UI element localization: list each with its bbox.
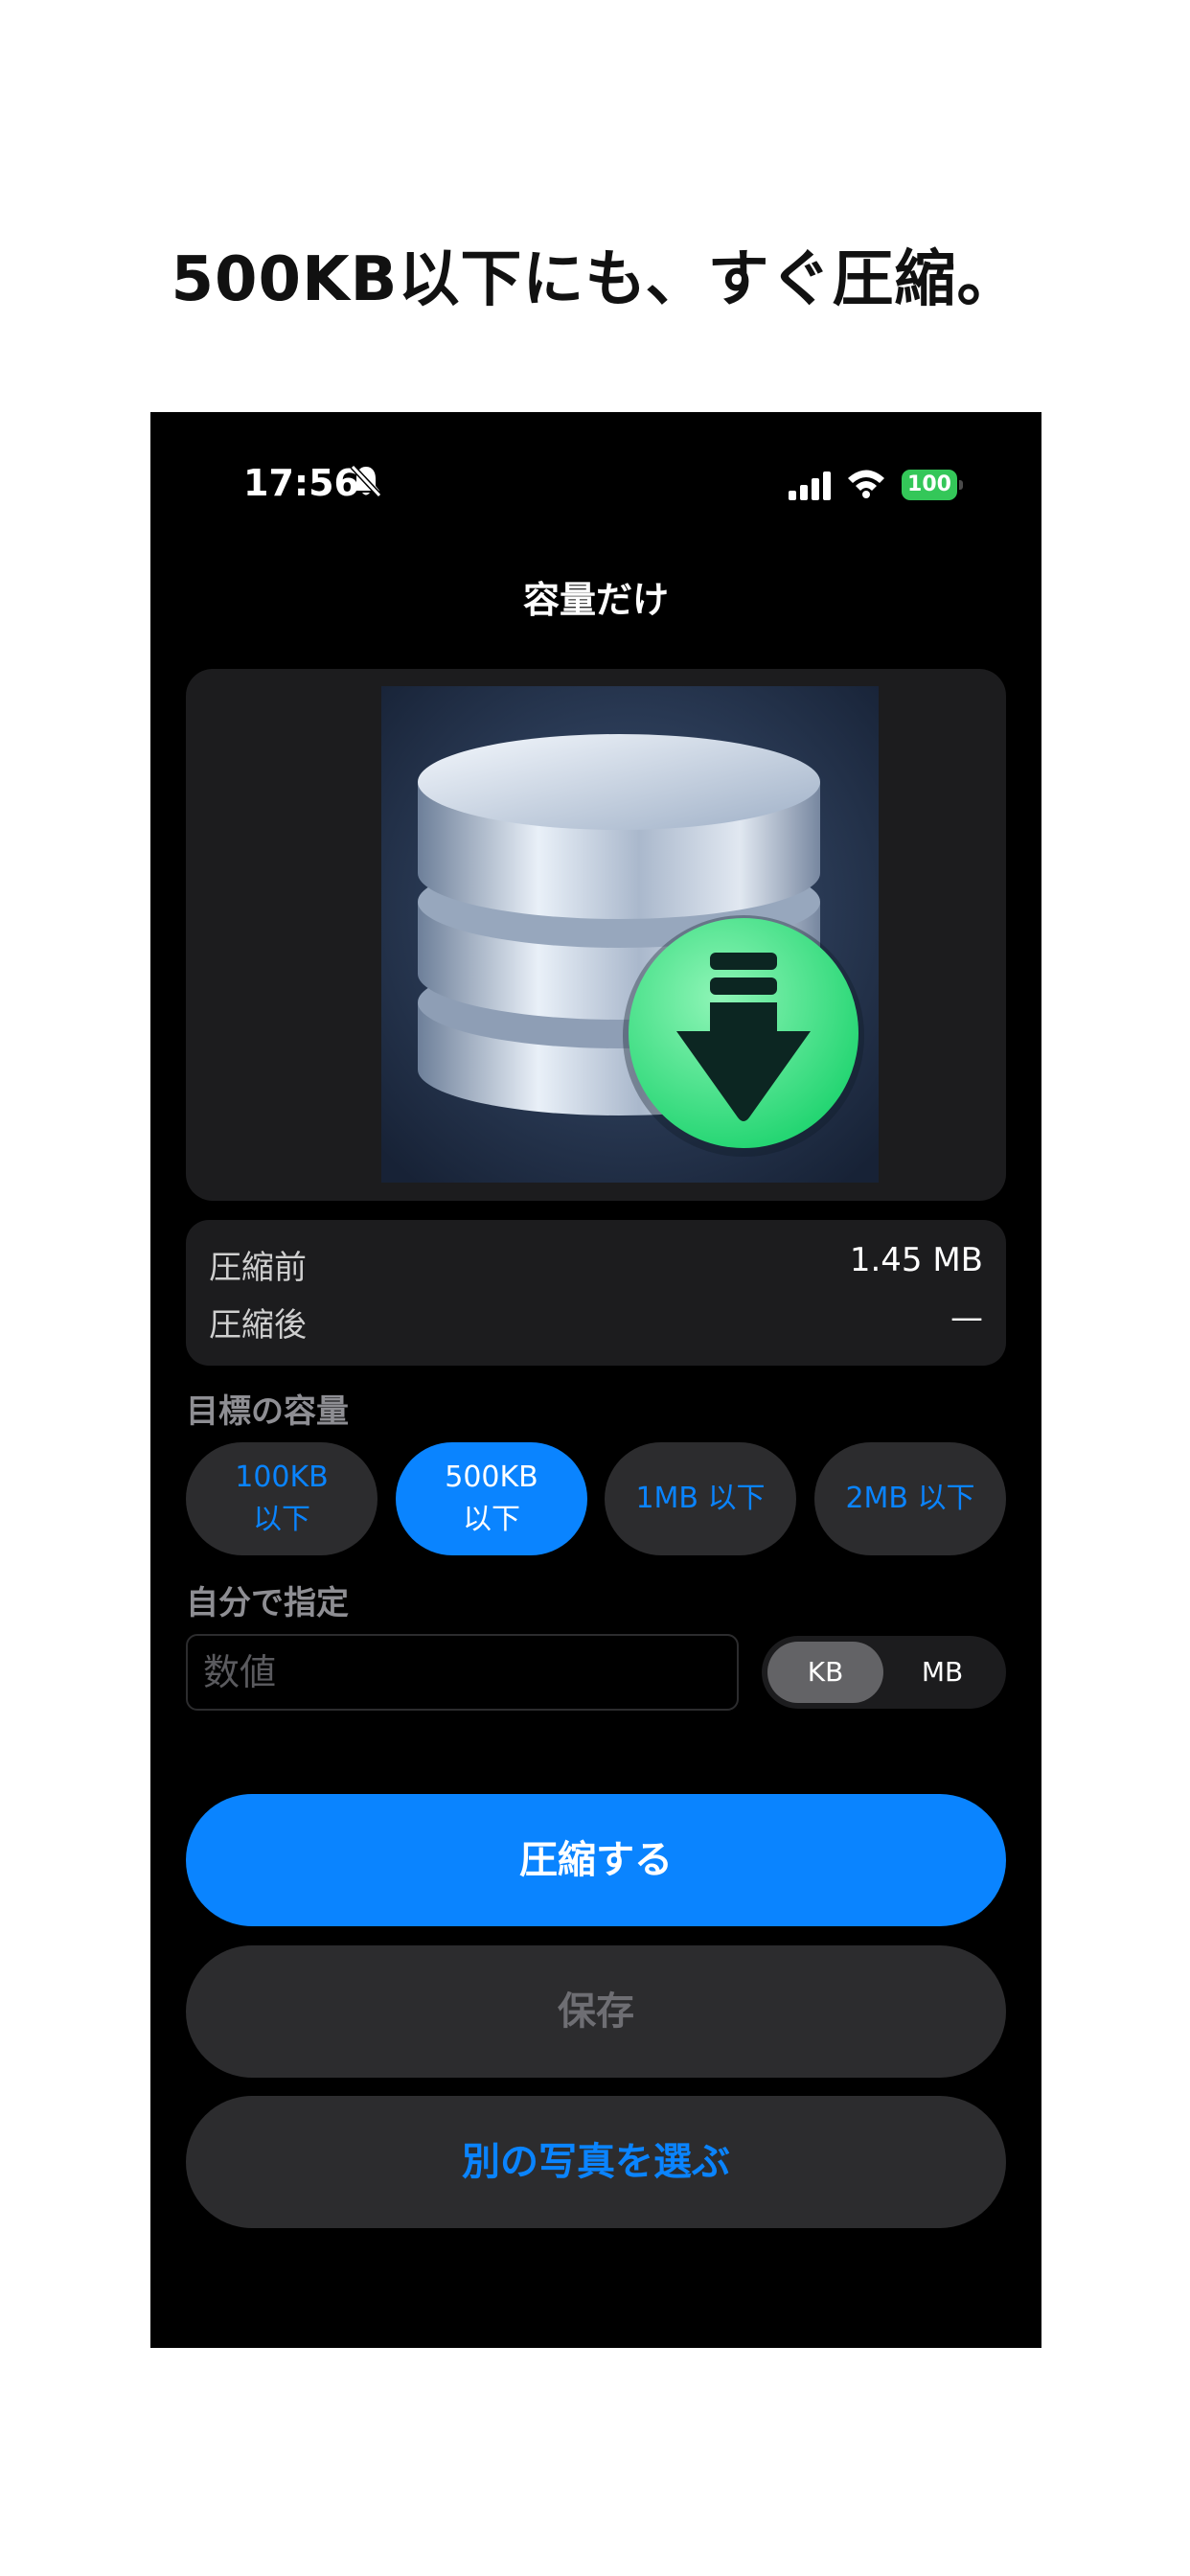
battery-tip xyxy=(959,480,963,490)
database-download-icon xyxy=(381,686,879,1183)
bell-slash-icon xyxy=(350,464,382,498)
target-option-100kb[interactable]: 100KB 以下 xyxy=(186,1442,378,1555)
unit-mb-segment[interactable]: MB xyxy=(884,1642,1000,1703)
target-size-label: 目標の容量 xyxy=(186,1392,349,1431)
chip-label: 500KB 以下 xyxy=(445,1460,538,1536)
size-after-label: 圧縮後 xyxy=(209,1306,307,1345)
image-preview-card[interactable] xyxy=(186,669,1006,1201)
size-info-card: 圧縮前 1.45 MB 圧縮後 — xyxy=(186,1220,1006,1366)
cellular-signal-icon xyxy=(789,472,831,500)
chip-label: 1MB 以下 xyxy=(635,1482,766,1515)
nav-title: 容量だけ xyxy=(522,579,669,621)
custom-size-label: 自分で指定 xyxy=(186,1584,349,1622)
target-option-1mb[interactable]: 1MB 以下 xyxy=(605,1442,796,1555)
phone-screen: 17:56 100 容量だけ 圧縮前 1.45 MB 圧縮後 — 目標の容量 1… xyxy=(150,412,1041,2348)
chip-label: 100KB 以下 xyxy=(235,1460,329,1536)
custom-size-input[interactable] xyxy=(186,1634,739,1711)
size-before-label: 圧縮前 xyxy=(209,1249,307,1287)
status-time: 17:56 xyxy=(243,462,359,504)
target-size-options: 100KB 以下 500KB 以下 1MB 以下 2MB 以下 xyxy=(186,1442,1006,1555)
size-after-value: — xyxy=(950,1299,983,1337)
wifi-icon xyxy=(848,470,884,498)
unit-kb-segment[interactable]: KB xyxy=(767,1642,883,1703)
status-bar: 17:56 100 xyxy=(150,412,1041,556)
choose-other-photo-button[interactable]: 別の写真を選ぶ xyxy=(186,2096,1006,2228)
headline: 500KB以下にも、すぐ圧縮。 xyxy=(171,244,1019,315)
chip-label: 2MB 以下 xyxy=(845,1482,975,1515)
save-button[interactable]: 保存 xyxy=(186,1945,1006,2078)
size-before-row: 圧縮前 1.45 MB xyxy=(209,1241,983,1289)
target-option-500kb[interactable]: 500KB 以下 xyxy=(396,1442,587,1555)
size-after-row: 圧縮後 — xyxy=(209,1299,983,1346)
target-option-2mb[interactable]: 2MB 以下 xyxy=(814,1442,1006,1555)
battery-level: 100 xyxy=(902,470,957,500)
compress-button[interactable]: 圧縮する xyxy=(186,1794,1006,1926)
size-before-value: 1.45 MB xyxy=(849,1241,983,1279)
unit-segmented-control: KB MB xyxy=(762,1636,1006,1709)
battery-icon: 100 xyxy=(902,470,963,500)
